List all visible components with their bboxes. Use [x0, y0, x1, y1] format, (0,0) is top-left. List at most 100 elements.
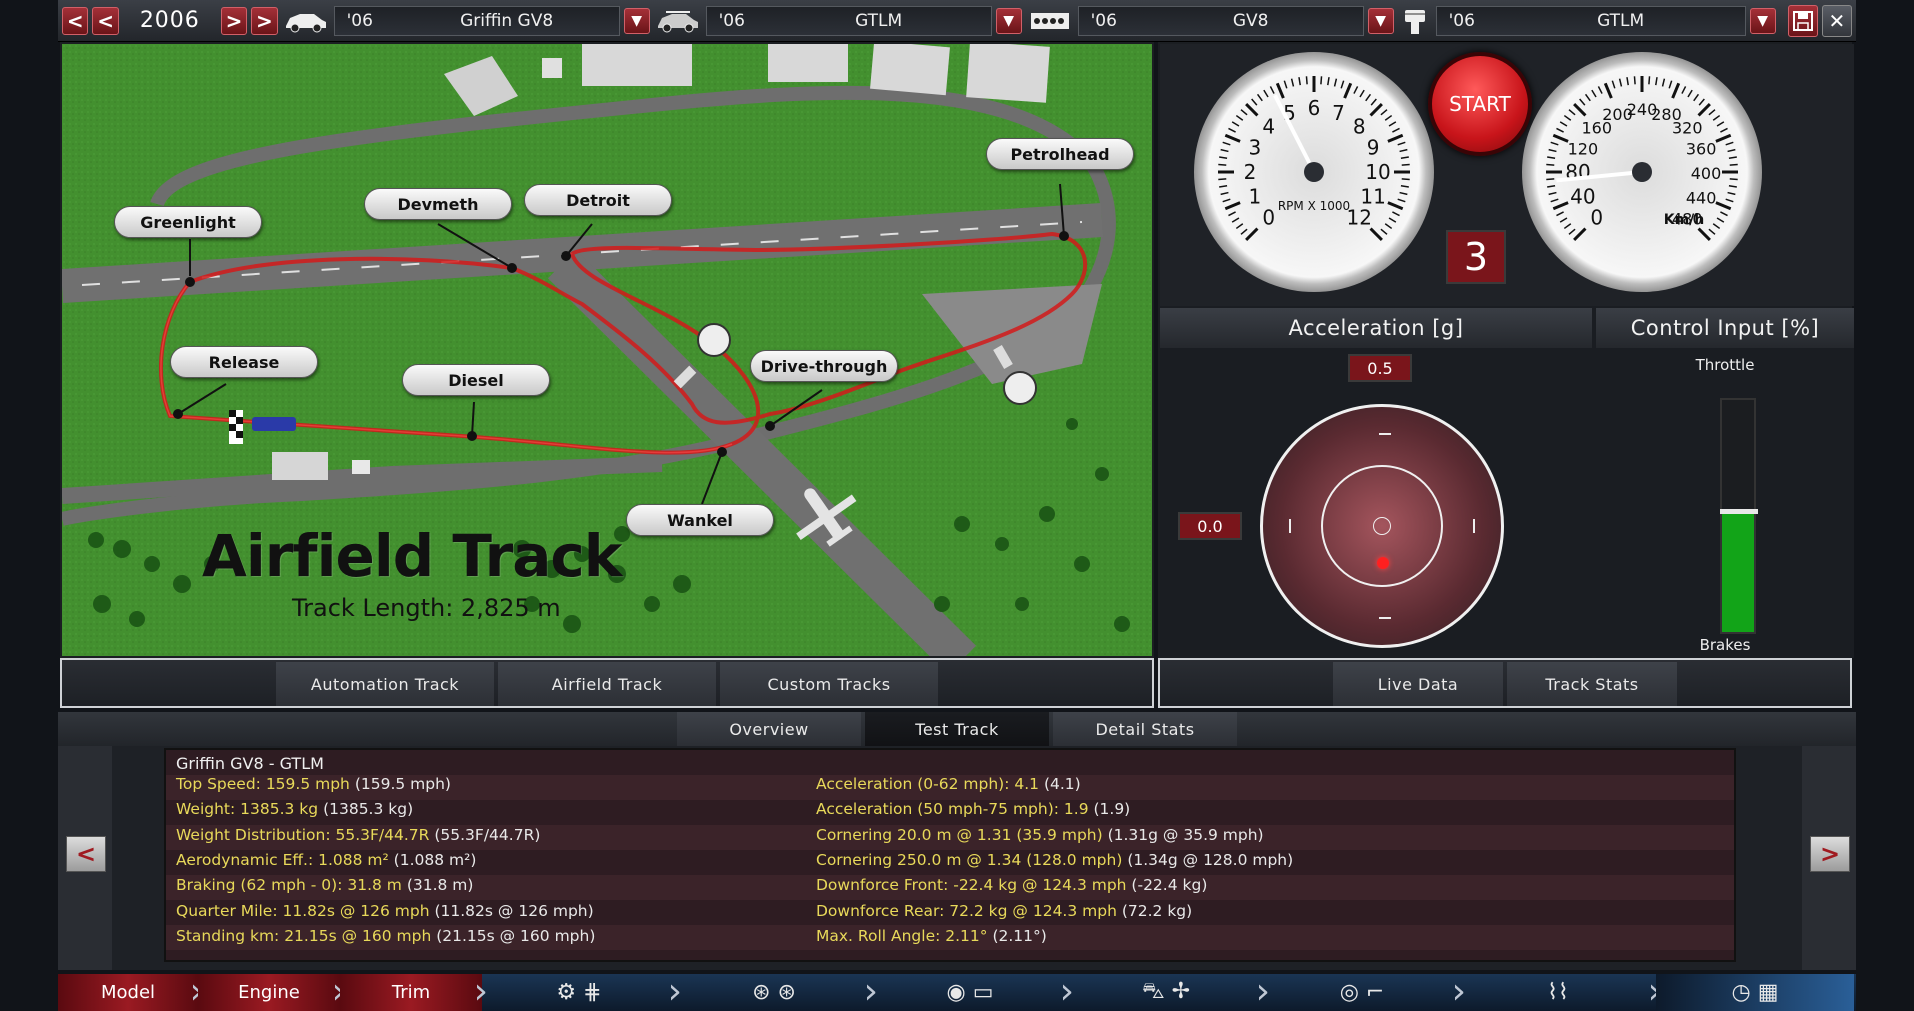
speed-tick: [1547, 185, 1556, 188]
step-brakes[interactable]: ◉ ▭ ›: [872, 974, 1075, 1011]
car-body-icon: [282, 4, 330, 38]
tab-detail-stats[interactable]: Detail Stats: [1053, 712, 1237, 746]
speed-tick: [1550, 141, 1559, 146]
step-model-label: Model: [100, 982, 156, 1003]
step-engine[interactable]: Engine ›: [198, 974, 346, 1011]
stat-row: Downforce Front: -22.4 kg @ 124.3 mph (-…: [816, 876, 1207, 894]
rpm-tick-label: 0: [1262, 205, 1275, 229]
speed-tick: [1648, 76, 1651, 85]
step-suspension[interactable]: ⌇⌇ ›: [1460, 974, 1662, 1011]
step-wheels[interactable]: ⊛ ⊛ ›: [676, 974, 878, 1011]
step-steering[interactable]: ◎ ⌐ ›: [1264, 974, 1466, 1011]
rpm-tick: [1231, 121, 1240, 127]
rpm-tick: [1224, 201, 1241, 211]
trim-dropdown-button[interactable]: ▼: [995, 7, 1022, 34]
close-icon[interactable]: ✕: [1821, 4, 1852, 37]
rpm-tick-label: 7: [1332, 101, 1345, 125]
year-next-button[interactable]: >: [220, 6, 248, 35]
stat-reference: (11.82s @ 126 mph): [429, 901, 594, 920]
speed-tick-label: 120: [1568, 140, 1599, 159]
engine-block-icon: [1026, 4, 1074, 38]
tab-automation-track[interactable]: Automation Track: [276, 662, 494, 706]
model-year: '06: [346, 10, 373, 31]
start-button[interactable]: START: [1428, 52, 1532, 156]
rpm-tick: [1353, 86, 1359, 94]
stat-value: Max. Roll Angle: 2.11°: [816, 926, 988, 945]
speed-hub: [1632, 162, 1652, 182]
rpm-tick: [1222, 141, 1231, 146]
acceleration-header: Acceleration [g]: [1160, 308, 1592, 348]
speed-tick: [1729, 178, 1738, 181]
year-last-button[interactable]: >: [251, 6, 278, 35]
speed-tick: [1626, 77, 1629, 86]
speed-tick: [1725, 141, 1734, 146]
speed-tick: [1546, 163, 1555, 166]
rpm-tick: [1397, 141, 1406, 146]
piston-icon: [1398, 4, 1432, 38]
year-prev-button[interactable]: <: [92, 6, 119, 35]
rpm-tick: [1219, 156, 1228, 159]
speed-tick: [1552, 133, 1569, 143]
g-dot: [1377, 557, 1389, 569]
tab-live-data[interactable]: Live Data: [1333, 662, 1503, 706]
rpm-tick: [1218, 178, 1227, 181]
engine-variant-dropdown-button[interactable]: ▼: [1749, 7, 1776, 34]
stats-tabs: Overview Test Track Detail Stats: [58, 712, 1856, 746]
tab-track-stats[interactable]: Track Stats: [1507, 662, 1677, 706]
tab-airfield-track[interactable]: Airfield Track: [498, 662, 716, 706]
tab-custom-tracks[interactable]: Custom Tracks: [720, 662, 938, 706]
model-dropdown-button[interactable]: ▼: [623, 7, 650, 34]
stat-reference: (55.3F/44.7R): [429, 825, 541, 844]
stat-row: Aerodynamic Eff.: 1.088 m² (1.088 m²): [176, 851, 476, 869]
stat-row: Acceleration (50 mph-75 mph): 1.9 (1.9): [816, 800, 1130, 818]
step-test-track[interactable]: ◷ ▦: [1656, 974, 1854, 1011]
speed-tick: [1720, 211, 1728, 217]
stat-value: Downforce Rear: 72.2 kg @ 124.3 mph: [816, 901, 1117, 920]
rpm-unit-label: RPM X 1000: [1278, 199, 1350, 213]
next-page-button[interactable]: >: [1810, 836, 1850, 872]
suspension-icon: ⌇⌇: [1547, 980, 1569, 1005]
tab-overview[interactable]: Overview: [677, 712, 861, 746]
tab-test-track[interactable]: Test Track: [865, 712, 1049, 746]
rpm-tick: [1220, 191, 1229, 196]
rpm-tick: [1333, 78, 1338, 87]
model-select[interactable]: '06 Griffin GV8: [333, 5, 620, 36]
year-first-button[interactable]: <: [62, 6, 89, 35]
engine-variant-year: '06: [1448, 10, 1475, 31]
speed-tick: [1579, 98, 1586, 106]
rpm-tick: [1401, 163, 1410, 166]
stat-value: Braking (62 mph - 0): 31.8 m: [176, 876, 402, 895]
engine-select[interactable]: '06 GV8: [1077, 5, 1364, 36]
step-body[interactable]: ⛍ ✢ ›: [1068, 974, 1270, 1011]
step-trim[interactable]: Trim ›: [340, 974, 488, 1011]
engine-dropdown-button[interactable]: ▼: [1367, 7, 1394, 34]
stat-value: Cornering 20.0 m @ 1.31 (35.9 mph): [816, 825, 1103, 844]
rpm-tick: [1245, 103, 1259, 117]
speed-tick: [1715, 201, 1732, 211]
step-gearbox[interactable]: ⚙ ⋕ ›: [482, 974, 682, 1011]
speed-tick: [1552, 201, 1569, 211]
step-model[interactable]: Model ›: [58, 974, 204, 1011]
gauge-cluster: 0 1 2 3 4 5 6 7 8 9 10 11 12 RPM X 1000 START 3 0 40 80…: [1160, 44, 1854, 306]
stat-reference: (1.9): [1088, 800, 1131, 819]
rpm-tick: [1219, 185, 1228, 188]
stat-value: Aerodynamic Eff.: 1.088 m²: [176, 850, 389, 869]
trim-select[interactable]: '06 GTLM: [705, 5, 992, 36]
stat-reference: (72.2 kg): [1116, 901, 1193, 920]
save-icon[interactable]: [1787, 4, 1818, 37]
engine-variant-select[interactable]: '06 GTLM: [1435, 5, 1746, 36]
rpm-tick: [1380, 109, 1388, 116]
prev-page-button[interactable]: <: [66, 836, 106, 872]
rpm-tick: [1401, 178, 1410, 181]
rpm-tick: [1218, 163, 1227, 166]
speed-tick: [1633, 76, 1636, 85]
throttle-bar: [1720, 398, 1758, 634]
speed-tick: [1597, 86, 1603, 94]
model-selector: '06 Griffin GV8 ▼: [282, 4, 650, 38]
speed-tick: [1712, 114, 1721, 121]
telemetry-panel: 0 1 2 3 4 5 6 7 8 9 10 11 12 RPM X 1000 START 3 0 40 80…: [1158, 42, 1854, 658]
stat-row: Downforce Rear: 72.2 kg @ 124.3 mph (72.…: [816, 902, 1192, 920]
rpm-tick: [1343, 82, 1353, 99]
rpm-tick: [1387, 133, 1404, 143]
speed-tick: [1573, 103, 1587, 117]
